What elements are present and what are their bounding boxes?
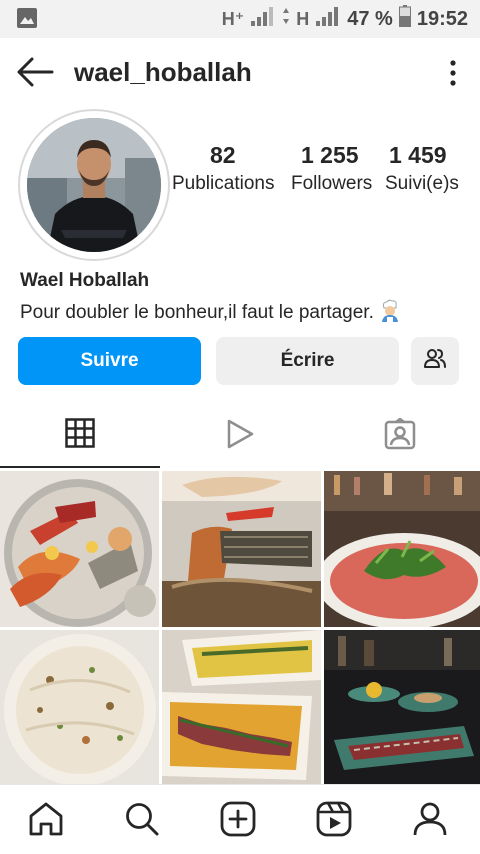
more-vertical-icon: [448, 60, 458, 92]
gallery-notification-icon: [16, 7, 38, 34]
post-thumbnail-3[interactable]: [324, 471, 480, 627]
battery-level: 47 %: [347, 7, 393, 30]
arrow-left-icon: [16, 57, 54, 92]
stat-posts-label: Publications: [172, 173, 275, 194]
post-thumbnail-1[interactable]: [0, 471, 159, 627]
header-username: wael_hoballah: [74, 57, 252, 87]
profile-icon: [412, 801, 448, 842]
posts-grid: [0, 471, 480, 786]
avatar[interactable]: [27, 118, 161, 252]
nav-profile[interactable]: [408, 799, 452, 843]
add-people-icon: [423, 347, 447, 375]
network-type-2: H: [296, 8, 310, 29]
tagged-person-icon: [384, 417, 416, 455]
stat-posts[interactable]: 82 Publications: [172, 142, 284, 198]
profile-full-name: Wael Hoballah: [20, 270, 150, 291]
stat-followers-value: 1 255: [301, 142, 359, 168]
post-thumbnail-5[interactable]: [162, 630, 321, 786]
profile-header: wael_hoballah: [0, 44, 480, 100]
profile-bio: Pour doubler le bonheur,il faut le parta…: [20, 298, 402, 328]
home-icon: [28, 802, 64, 841]
stat-posts-value: 82: [210, 142, 236, 168]
back-button[interactable]: [16, 56, 54, 88]
tab-reels[interactable]: [160, 404, 320, 468]
post-thumbnail-4[interactable]: [0, 630, 159, 786]
signal-icon-1: [250, 6, 276, 32]
chef-emoji-icon: [378, 298, 402, 328]
message-button[interactable]: Écrire: [216, 337, 399, 385]
post-thumbnail-6[interactable]: [324, 630, 480, 786]
data-arrows-icon: [282, 6, 290, 32]
signal-icon-2: [315, 6, 341, 32]
suggested-accounts-button[interactable]: [411, 337, 459, 385]
nav-reels[interactable]: [312, 799, 356, 843]
tab-posts-grid[interactable]: [0, 404, 160, 468]
stat-following-label: Suivi(e)s: [385, 173, 459, 194]
nav-search[interactable]: [120, 799, 164, 843]
stat-followers-label: Followers: [291, 173, 373, 194]
add-post-icon: [220, 801, 256, 842]
stat-followers[interactable]: 1 255 Followers: [291, 142, 377, 198]
search-icon: [124, 801, 160, 842]
post-thumbnail-2[interactable]: [162, 471, 321, 627]
network-type-1: H⁺: [221, 8, 245, 29]
reels-icon: [316, 801, 352, 842]
status-bar: H⁺ H 47 % 19:52: [0, 0, 480, 38]
profile-tabs: [0, 404, 480, 468]
grid-icon: [65, 417, 95, 453]
tab-tagged[interactable]: [320, 404, 480, 468]
play-icon: [225, 418, 255, 455]
options-menu-button[interactable]: [448, 58, 458, 88]
follow-button[interactable]: Suivre: [18, 337, 201, 385]
stat-following-value: 1 459: [389, 142, 447, 168]
clock: 19:52: [416, 7, 468, 30]
battery-icon: [398, 5, 411, 33]
bio-text: Pour doubler le bonheur,il faut le parta…: [20, 302, 374, 323]
nav-home[interactable]: [24, 799, 68, 843]
bottom-navigation: [0, 784, 480, 854]
nav-create[interactable]: [216, 799, 260, 843]
stat-following[interactable]: 1 459 Suivi(e)s: [385, 142, 471, 198]
